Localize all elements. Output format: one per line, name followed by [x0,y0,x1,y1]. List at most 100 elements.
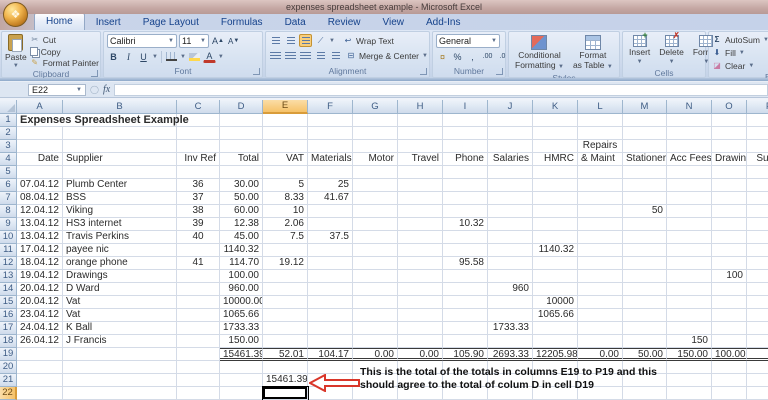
cell-J19[interactable]: 2693.33 [488,348,533,361]
cell-A7[interactable]: 08.04.12 [17,192,63,205]
cell-E13[interactable] [263,270,308,283]
cell-K5[interactable] [533,166,578,179]
cell-D11[interactable]: 1140.32 [220,244,263,257]
cell-B2[interactable] [63,127,177,140]
cell-P3[interactable] [747,140,768,153]
cell-I8[interactable] [443,205,488,218]
cell-J17[interactable]: 1733.33 [488,322,533,335]
cell-C8[interactable]: 38 [177,205,220,218]
cell-N21[interactable] [667,374,712,387]
font-dialog-launcher[interactable] [253,68,260,75]
cell-J18[interactable] [488,335,533,348]
cell-L2[interactable] [578,127,623,140]
cell-P9[interactable] [747,218,768,231]
formula-input[interactable] [114,83,768,96]
cell-C17[interactable] [177,322,220,335]
cell-A8[interactable]: 12.04.12 [17,205,63,218]
cell-B6[interactable]: Plumb Center [63,179,177,192]
cell-B3[interactable] [63,140,177,153]
row-header-5[interactable]: 5 [0,166,17,179]
cell-P2[interactable] [747,127,768,140]
cell-N11[interactable] [667,244,712,257]
cell-F3[interactable] [308,140,353,153]
cell-O9[interactable] [712,218,747,231]
cell-O1[interactable] [712,114,747,127]
row-header-9[interactable]: 9 [0,218,17,231]
row-header-18[interactable]: 18 [0,335,17,348]
cell-D17[interactable]: 1733.33 [220,322,263,335]
cell-O12[interactable] [712,257,747,270]
cell-E7[interactable]: 8.33 [263,192,308,205]
cell-O8[interactable] [712,205,747,218]
cell-J2[interactable] [488,127,533,140]
cell-C16[interactable] [177,309,220,322]
cell-C10[interactable]: 40 [177,231,220,244]
cell-K12[interactable] [533,257,578,270]
cell-E5[interactable] [263,166,308,179]
cell-N6[interactable] [667,179,712,192]
cell-C4[interactable]: Inv Ref [177,153,220,166]
cell-I16[interactable] [443,309,488,322]
column-header-P[interactable]: P [747,100,768,114]
row-header-12[interactable]: 12 [0,257,17,270]
cell-L1[interactable] [578,114,623,127]
name-box[interactable]: E22 ▼ [28,83,86,96]
cell-K3[interactable] [533,140,578,153]
cell-F20[interactable] [308,361,353,374]
cell-L18[interactable] [578,335,623,348]
cell-A12[interactable]: 18.04.12 [17,257,63,270]
cell-B10[interactable]: Travis Perkins [63,231,177,244]
cell-N15[interactable] [667,296,712,309]
cell-N16[interactable] [667,309,712,322]
cell-G11[interactable] [353,244,398,257]
cell-F12[interactable] [308,257,353,270]
cell-A6[interactable]: 07.04.12 [17,179,63,192]
cell-B14[interactable]: D Ward [63,283,177,296]
tab-formulas[interactable]: Formulas [210,15,274,30]
cell-K6[interactable] [533,179,578,192]
cell-G13[interactable] [353,270,398,283]
cell-C14[interactable] [177,283,220,296]
cell-A11[interactable]: 17.04.12 [17,244,63,257]
cell-K7[interactable] [533,192,578,205]
cell-E22[interactable] [263,387,308,400]
row-header-14[interactable]: 14 [0,283,17,296]
cell-P4[interactable]: Sundry [747,153,768,166]
row-header-16[interactable]: 16 [0,309,17,322]
fill-color-button[interactable] [188,50,201,63]
cell-E4[interactable]: VAT [263,153,308,166]
cell-H8[interactable] [398,205,443,218]
cell-L5[interactable] [578,166,623,179]
cell-F16[interactable] [308,309,353,322]
cell-O4[interactable]: Drawings [712,153,747,166]
cell-H6[interactable] [398,179,443,192]
tab-home[interactable]: Home [34,13,85,30]
row-header-19[interactable]: 19 [0,348,17,361]
cell-H2[interactable] [398,127,443,140]
cell-D19[interactable]: 15461.39 [220,348,263,361]
column-header-B[interactable]: B [63,100,177,114]
cell-G12[interactable] [353,257,398,270]
cell-L8[interactable] [578,205,623,218]
clipboard-dialog-launcher[interactable] [91,70,98,77]
cell-H13[interactable] [398,270,443,283]
cell-L9[interactable] [578,218,623,231]
percent-style-button[interactable]: % [451,50,464,63]
cell-A17[interactable]: 24.04.12 [17,322,63,335]
column-header-O[interactable]: O [712,100,747,114]
cell-D20[interactable] [220,361,263,374]
cell-O5[interactable] [712,166,747,179]
cell-F8[interactable] [308,205,353,218]
cell-E20[interactable] [263,361,308,374]
cell-F14[interactable] [308,283,353,296]
cell-M4[interactable]: Stationery [623,153,667,166]
cell-E1[interactable] [263,114,308,127]
cell-A10[interactable]: 13.04.12 [17,231,63,244]
cell-F7[interactable]: 41.67 [308,192,353,205]
cell-A16[interactable]: 23.04.12 [17,309,63,322]
cell-L4[interactable]: & Maint [578,153,623,166]
cell-O18[interactable] [712,335,747,348]
cell-M14[interactable] [623,283,667,296]
cell-O15[interactable] [712,296,747,309]
tab-view[interactable]: View [371,15,415,30]
